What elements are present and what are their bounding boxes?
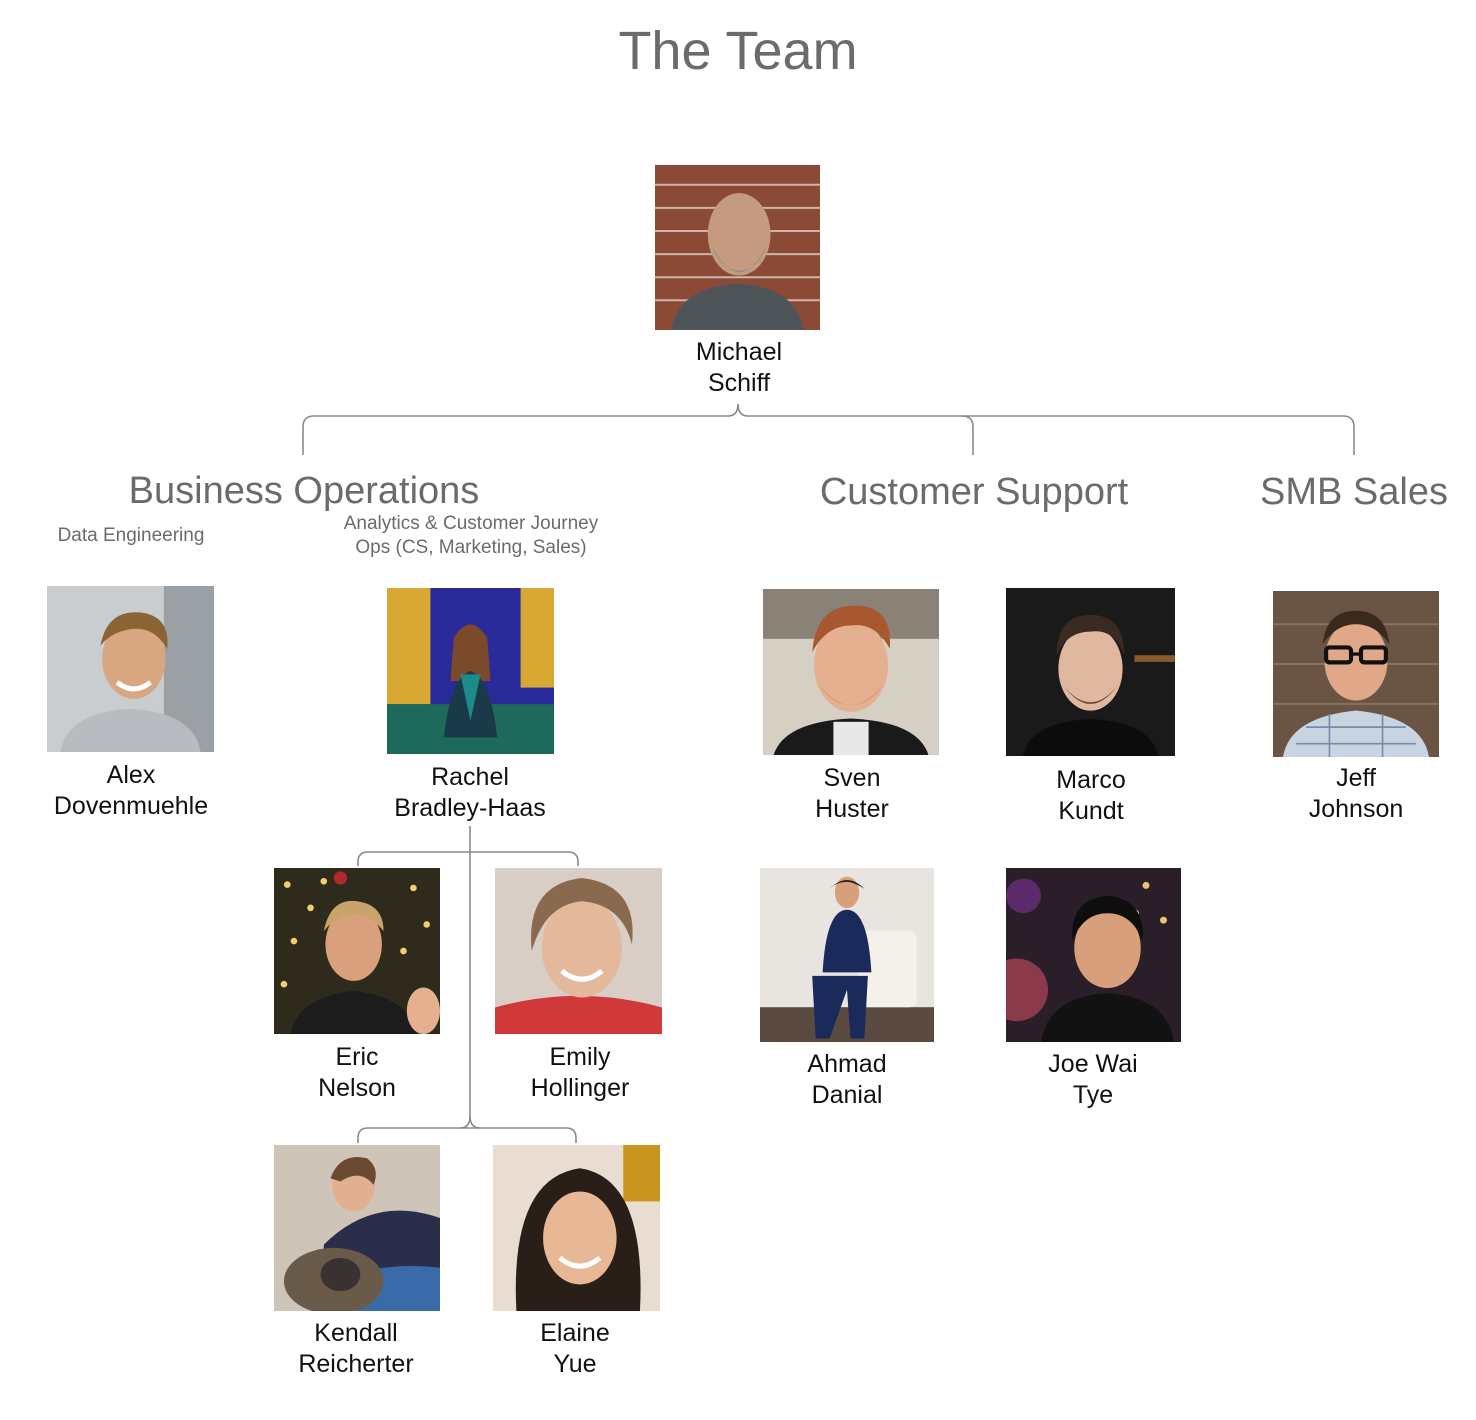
sven-name: Sven Huster: [752, 763, 952, 825]
ahmad-last-name: Danial: [811, 1081, 883, 1109]
alex-name: Alex Dovenmuehle: [31, 760, 231, 822]
kendall-last-name: Reicherter: [298, 1350, 414, 1378]
rachel-name: Rachel Bradley-Haas: [370, 762, 570, 824]
kendall-photo: [274, 1145, 440, 1311]
page-title: The Team: [618, 21, 858, 81]
marco-photo: [1006, 588, 1175, 756]
emily-photo: [495, 868, 662, 1034]
marco-last-name: Kundt: [1058, 797, 1124, 825]
elaine-name: Elaine Yue: [475, 1318, 675, 1380]
elaine-first-name: Elaine: [540, 1319, 610, 1347]
jeff-name: Jeff Johnson: [1256, 763, 1456, 825]
jeff-photo: [1273, 591, 1439, 757]
joe-photo: [1006, 868, 1181, 1042]
team-analytics-line2: Ops (CS, Marketing, Sales): [355, 537, 587, 558]
marco-first-name: Marco: [1056, 766, 1126, 794]
ceo-last-name: Schiff: [707, 369, 771, 397]
elaine-last-name: Yue: [553, 1350, 597, 1378]
dept-smb-sales: SMB Sales: [1260, 471, 1448, 513]
kendall-name: Kendall Reicherter: [256, 1318, 456, 1380]
eric-photo: [274, 868, 440, 1034]
sven-last-name: Huster: [815, 795, 889, 823]
team-data-engineering: Data Engineering: [57, 525, 205, 546]
kendall-first-name: Kendall: [314, 1319, 398, 1347]
alex-first-name: Alex: [106, 761, 156, 789]
jeff-last-name: Johnson: [1308, 795, 1404, 823]
alex-photo: [47, 586, 214, 752]
sven-first-name: Sven: [823, 764, 881, 792]
team-analytics-ops: Analytics & Customer Journey Ops (CS, Ma…: [311, 512, 631, 560]
ceo-first-name: Michael: [695, 338, 783, 366]
marco-name: Marco Kundt: [991, 765, 1191, 827]
jeff-first-name: Jeff: [1336, 764, 1376, 792]
joe-name: Joe Wai Tye: [993, 1049, 1193, 1111]
elaine-photo: [493, 1145, 660, 1311]
emily-name: Emily Hollinger: [480, 1042, 680, 1104]
emily-last-name: Hollinger: [530, 1074, 630, 1102]
ceo-name: Michael Schiff: [639, 337, 839, 399]
eric-last-name: Nelson: [318, 1074, 396, 1102]
alex-last-name: Dovenmuehle: [53, 792, 209, 820]
dept-business-operations: Business Operations: [128, 470, 480, 512]
ahmad-first-name: Ahmad: [807, 1050, 887, 1078]
joe-last-name: Tye: [1072, 1081, 1114, 1109]
emily-first-name: Emily: [549, 1043, 611, 1071]
eric-first-name: Eric: [335, 1043, 379, 1071]
rachel-first-name: Rachel: [431, 763, 509, 791]
sven-photo: [763, 589, 939, 755]
rachel-last-name: Bradley-Haas: [394, 794, 546, 822]
team-analytics-line1: Analytics & Customer Journey: [343, 513, 599, 534]
dept-customer-support: Customer Support: [819, 471, 1129, 513]
eric-name: Eric Nelson: [257, 1042, 457, 1104]
ahmad-name: Ahmad Danial: [747, 1049, 947, 1111]
rachel-photo: [387, 588, 554, 754]
ceo-photo: [655, 165, 820, 330]
joe-first-name: Joe Wai: [1048, 1050, 1138, 1078]
ahmad-photo: [760, 868, 934, 1042]
